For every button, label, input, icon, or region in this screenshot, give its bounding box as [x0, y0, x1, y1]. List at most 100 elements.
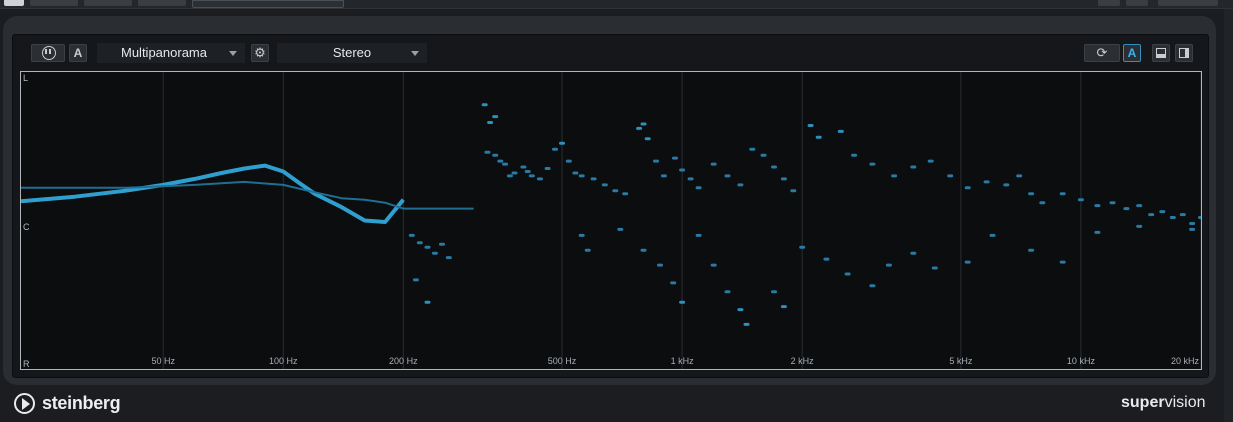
- panorama-point: [931, 266, 938, 270]
- gear-icon: ⚙: [254, 45, 266, 60]
- play-triangle-icon: [22, 398, 30, 410]
- panorama-point: [869, 162, 876, 166]
- panorama-point: [578, 174, 585, 178]
- panorama-point: [687, 177, 694, 181]
- panorama-point: [636, 126, 643, 130]
- panorama-point: [1059, 192, 1066, 196]
- panorama-point: [891, 174, 898, 178]
- panorama-point: [851, 153, 858, 157]
- panorama-point: [672, 156, 678, 160]
- panorama-point: [484, 150, 491, 154]
- layout-bottom-button[interactable]: [1152, 44, 1170, 62]
- host-toolbar-button[interactable]: [30, 0, 78, 6]
- panorama-point: [989, 233, 996, 237]
- panorama-point: [487, 121, 494, 124]
- supervision-window: A Multipanorama ⚙ Stereo ⟳ A L C R 50 Hz…: [3, 16, 1216, 385]
- panorama-point: [497, 159, 504, 163]
- panorama-point: [601, 183, 608, 187]
- panorama-point: [640, 248, 647, 252]
- panorama-point: [617, 227, 624, 231]
- panorama-point: [670, 281, 677, 285]
- panorama-point: [502, 162, 509, 166]
- panorama-point: [552, 147, 558, 151]
- panorama-point: [536, 177, 543, 181]
- chevron-down-icon: [411, 51, 419, 56]
- channel-label-center: C: [23, 222, 30, 232]
- panorama-point: [790, 189, 797, 193]
- panorama-point: [771, 165, 777, 169]
- panorama-point: [947, 174, 954, 178]
- a-compare-button[interactable]: A: [69, 44, 87, 62]
- layout-right-button[interactable]: [1175, 44, 1193, 62]
- refresh-button[interactable]: ⟳: [1084, 44, 1120, 62]
- host-toolbar-field[interactable]: [192, 0, 344, 8]
- a-toggle-button[interactable]: A: [1123, 44, 1141, 62]
- panorama-point: [653, 159, 659, 163]
- panorama-point: [657, 263, 663, 267]
- steinberg-wordmark: steinberg: [42, 393, 121, 413]
- frequency-tick-label: 20 kHz: [1170, 356, 1200, 366]
- panorama-point: [1179, 213, 1186, 217]
- pause-icon: [42, 46, 56, 60]
- panorama-point: [1148, 213, 1155, 217]
- panorama-point: [1169, 216, 1176, 219]
- host-toolbar-button[interactable]: [4, 0, 24, 6]
- frequency-tick-label: 2 kHz: [790, 356, 814, 366]
- panorama-point: [445, 256, 452, 260]
- panorama-point: [710, 263, 717, 267]
- panorama-point: [640, 122, 647, 126]
- panorama-point: [578, 233, 585, 237]
- panorama-point: [511, 171, 518, 175]
- panorama-chart: [21, 72, 1201, 369]
- frequency-tick-label: 200 Hz: [389, 356, 418, 366]
- panorama-point: [1059, 260, 1066, 264]
- panorama-point: [910, 251, 917, 255]
- panorama-point: [760, 153, 767, 157]
- channel-select[interactable]: Stereo: [277, 43, 427, 63]
- pause-bar: [45, 49, 47, 54]
- host-toolbar-button[interactable]: [1098, 0, 1120, 6]
- panorama-point: [799, 245, 806, 249]
- panorama-point: [1189, 227, 1196, 231]
- host-toolbar-button[interactable]: [84, 0, 132, 6]
- panorama-point: [520, 165, 527, 169]
- pause-button[interactable]: [31, 44, 65, 62]
- panorama-point: [412, 278, 419, 282]
- panorama-point: [1198, 216, 1201, 219]
- panorama-point: [1136, 204, 1143, 208]
- chevron-down-icon: [229, 51, 237, 56]
- panorama-point: [927, 159, 934, 163]
- layout-right-icon: [1179, 48, 1189, 58]
- panorama-point: [983, 180, 990, 184]
- panorama-point: [679, 300, 686, 304]
- host-toolbar-button[interactable]: [1126, 0, 1148, 6]
- panorama-point: [964, 186, 971, 190]
- panorama-point: [1039, 201, 1046, 205]
- supervision-brand: supervision: [1121, 394, 1205, 412]
- frequency-tick-label: 5 kHz: [949, 356, 973, 366]
- host-toolbar-button[interactable]: [1158, 0, 1218, 6]
- module-select[interactable]: Multipanorama: [97, 43, 245, 63]
- panorama-point: [724, 290, 731, 294]
- frequency-tick-label: 100 Hz: [269, 356, 298, 366]
- channel-label-right: R: [23, 359, 30, 369]
- host-toolbar-button[interactable]: [138, 0, 186, 6]
- panorama-point: [737, 183, 744, 187]
- frequency-tick-label: 50 Hz: [151, 356, 175, 366]
- multipanorama-display[interactable]: L C R 50 Hz 100 Hz 200 Hz 500 Hz 1 kHz 2 kHz 5…: [20, 71, 1202, 370]
- panorama-point: [1136, 224, 1143, 228]
- panorama-point: [1016, 174, 1023, 178]
- host-sidebar: [1224, 9, 1233, 422]
- panorama-point: [869, 284, 876, 288]
- panorama-point: [885, 263, 892, 267]
- panorama-point: [1159, 210, 1166, 214]
- settings-button[interactable]: ⚙: [251, 44, 269, 62]
- refresh-icon: ⟳: [1096, 45, 1108, 60]
- panorama-point: [1094, 204, 1101, 208]
- panorama-point: [416, 241, 423, 245]
- panorama-point: [837, 129, 844, 133]
- channel-select-value: Stereo: [332, 45, 372, 60]
- panorama-point: [644, 137, 651, 141]
- panorama-point: [424, 245, 431, 249]
- panorama-point: [1003, 183, 1010, 187]
